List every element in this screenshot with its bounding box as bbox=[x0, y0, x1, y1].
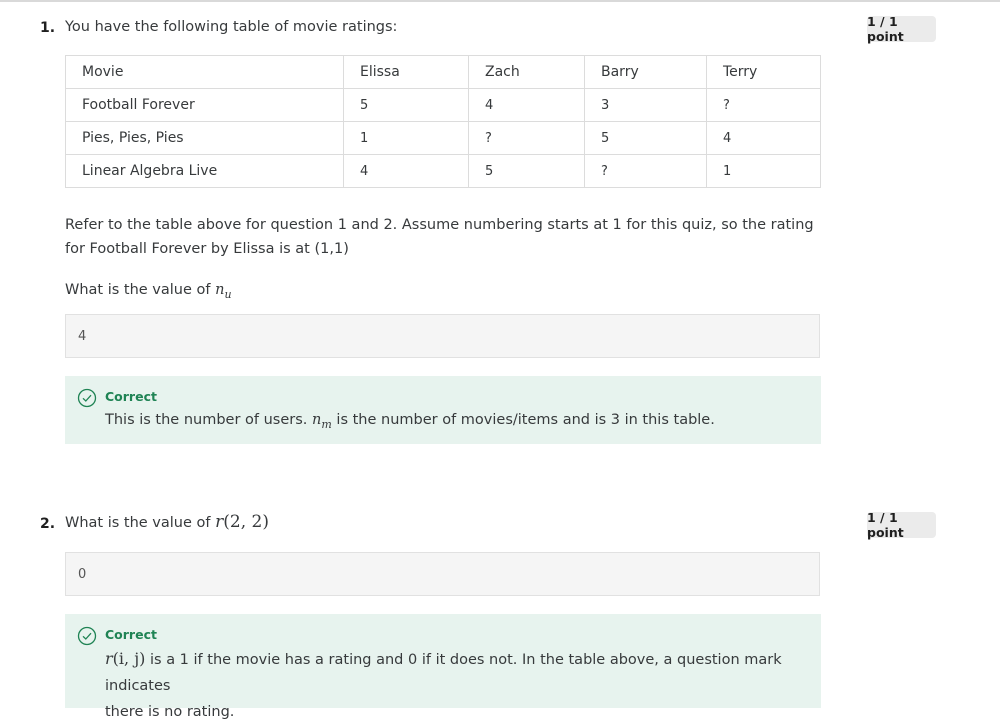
question-1-question-text: What is the value of bbox=[65, 282, 216, 298]
table-header-cell: Terry bbox=[706, 55, 821, 89]
table-cell: 1 bbox=[343, 121, 469, 155]
top-divider bbox=[0, 0, 1000, 2]
math-n-u: nu bbox=[215, 282, 232, 301]
question-1-prompt: You have the following table of movie ra… bbox=[65, 19, 398, 35]
math-n-m: nm bbox=[312, 412, 332, 431]
question-2-number: 2. bbox=[40, 516, 56, 532]
table-cell: 5 bbox=[343, 88, 469, 122]
table-cell: ? bbox=[706, 88, 821, 122]
table-cell: 5 bbox=[584, 121, 707, 155]
question-1-feedback: Correct This is the number of users. nm … bbox=[65, 376, 821, 444]
table-header-cell: Movie bbox=[65, 55, 344, 89]
table-cell: 3 bbox=[584, 88, 707, 122]
table-cell: ? bbox=[584, 154, 707, 188]
question-2-prompt: What is the value of r(2, 2) bbox=[65, 512, 269, 532]
check-circle-icon bbox=[77, 388, 97, 408]
table-cell-movie: Football Forever bbox=[65, 88, 344, 122]
feedback-text: This is the number of users. nm is the n… bbox=[105, 412, 715, 431]
table-header-cell: Zach bbox=[468, 55, 585, 89]
math-r-i-j: r(i, j) bbox=[105, 649, 146, 668]
question-1-number: 1. bbox=[40, 20, 56, 36]
question-2-feedback: Correct r(i, j) is a 1 if the movie has … bbox=[65, 614, 821, 720]
table-header-row: Movie Elissa Zach Barry Terry bbox=[65, 55, 821, 89]
feedback-status: Correct bbox=[105, 627, 157, 642]
math-r-2-2: r(2, 2) bbox=[215, 512, 269, 532]
table-cell: 4 bbox=[468, 88, 585, 122]
table-cell: ? bbox=[468, 121, 585, 155]
table-row: Football Forever 5 4 3 ? bbox=[65, 88, 821, 122]
table-cell: 5 bbox=[468, 154, 585, 188]
question-1-question: What is the value of nu bbox=[65, 278, 825, 303]
check-circle-icon bbox=[77, 626, 97, 646]
table-row: Pies, Pies, Pies 1 ? 5 4 bbox=[65, 121, 821, 155]
table-cell: 4 bbox=[706, 121, 821, 155]
feedback-text: r(i, j) is a 1 if the movie has a rating… bbox=[105, 649, 782, 720]
table-header-cell: Elissa bbox=[343, 55, 469, 89]
table-cell: 1 bbox=[706, 154, 821, 188]
feedback-status: Correct bbox=[105, 389, 157, 404]
table-cell-movie: Linear Algebra Live bbox=[65, 154, 344, 188]
question-2-answer-field[interactable]: 0 bbox=[65, 552, 820, 596]
question-1-answer-field[interactable]: 4 bbox=[65, 314, 820, 358]
table-header-cell: Barry bbox=[584, 55, 707, 89]
question-1-points-badge: 1 / 1 point bbox=[867, 14, 936, 44]
table-cell: 4 bbox=[343, 154, 469, 188]
question-1-instruction: Refer to the table above for question 1 … bbox=[65, 217, 814, 257]
question-2-points-badge: 1 / 1 point bbox=[867, 510, 936, 540]
table-cell-movie: Pies, Pies, Pies bbox=[65, 121, 344, 155]
table-row: Linear Algebra Live 4 5 ? 1 bbox=[65, 154, 821, 188]
movie-ratings-table: Movie Elissa Zach Barry Terry Football F… bbox=[65, 55, 821, 188]
